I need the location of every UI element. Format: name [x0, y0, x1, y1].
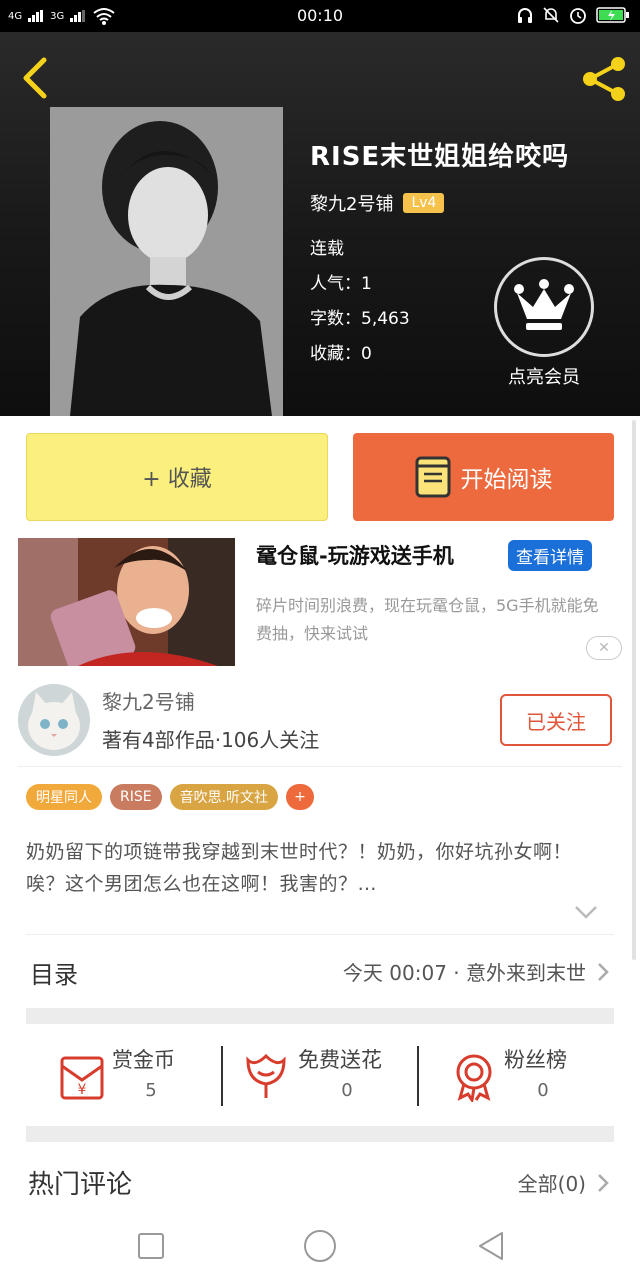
reward-label: 赏金币 — [112, 1048, 175, 1072]
popularity: 人气：1 — [310, 274, 372, 294]
medal-icon — [456, 1054, 492, 1102]
mute-bell-icon — [543, 7, 559, 23]
free-flower-button[interactable]: 免费送花 0 — [222, 1040, 418, 1116]
start-reading-label: 开始阅读 — [460, 467, 553, 493]
synopsis: 奶奶留下的项链带我穿越到末世时代？！奶奶，你好坑孙女啊！唉？这个男团怎么也在这啊… — [26, 841, 573, 895]
book-title: RISE末世姐姐给咬吗 — [310, 142, 570, 172]
reward-label: 粉丝榜 — [504, 1048, 567, 1072]
hot-comments-header: 热门评论 全部(0) — [26, 1160, 614, 1210]
ad-description: 碎片时间别浪费，现在玩鼋仓鼠，5G手机就能免费抽，快来试试 — [256, 596, 599, 643]
cover-portrait-image — [50, 107, 283, 416]
toc-label: 目录 — [30, 961, 78, 989]
chevron-right-icon — [598, 963, 609, 981]
reward-count: 0 — [537, 1080, 549, 1101]
follow-button[interactable]: 已关注 — [500, 694, 612, 746]
level-badge: Lv4 — [403, 193, 445, 213]
chevron-down-icon — [575, 906, 597, 919]
back-button[interactable] — [18, 56, 54, 100]
triangle-back-icon[interactable] — [474, 1228, 510, 1264]
circle-icon[interactable] — [302, 1228, 338, 1264]
avatar[interactable] — [18, 684, 90, 756]
book-header: RISE末世姐姐给咬吗 黎九2号铺 Lv4 连载 人气：1 字数：5,463 收… — [0, 32, 640, 416]
tag-item[interactable]: 明星同人 — [26, 784, 102, 810]
crown-icon — [514, 279, 574, 330]
latest-chapter: 今天 00:07 · 意外来到末世 — [342, 961, 586, 985]
svg-text:¥: ¥ — [78, 1082, 87, 1098]
status-bar: 4G 3G 00:10 — [0, 0, 640, 32]
vip-button[interactable]: 点亮会员 — [490, 257, 598, 397]
divider — [18, 766, 622, 767]
all-comments-link[interactable]: 全部(0) — [518, 1168, 586, 1197]
author-card-name: 黎九2号铺 — [102, 690, 195, 714]
rewards-row: ¥ 赏金币 5 免费送花 0 粉丝榜 0 — [26, 1040, 614, 1116]
favorites-count: 收藏：0 — [310, 344, 372, 364]
start-reading-button[interactable]: 开始阅读 — [353, 433, 614, 521]
tag-item[interactable]: RISE — [110, 784, 162, 810]
cat-avatar-image — [18, 684, 90, 756]
scrollbar[interactable] — [632, 420, 636, 960]
author-name[interactable]: 黎九2号铺 — [310, 190, 393, 216]
share-button[interactable] — [580, 54, 630, 104]
word-count: 字数：5,463 — [310, 309, 410, 329]
author-card-stats: 著有4部作品·106人关注 — [102, 728, 320, 752]
section-band — [26, 1008, 614, 1024]
reward-coins-button[interactable]: ¥ 赏金币 5 — [26, 1040, 222, 1116]
headphones-icon — [518, 8, 532, 23]
tag-list: 明星同人 RISE 音吹思.听文社 + — [26, 784, 315, 810]
reward-label: 免费送花 — [298, 1048, 382, 1072]
reward-count: 0 — [341, 1080, 353, 1101]
reward-count: 5 — [145, 1080, 157, 1101]
ad-banner[interactable]: 鼋仓鼠-玩游戏送手机 查看详情 碎片时间别浪费，现在玩鼋仓鼠，5G手机就能免费抽… — [18, 538, 622, 668]
author-card[interactable]: 黎九2号铺 著有4部作品·106人关注 已关注 — [18, 682, 622, 764]
vip-circle — [494, 257, 594, 357]
collect-label: + 收藏 — [142, 467, 212, 492]
collect-button[interactable]: + 收藏 — [26, 433, 328, 521]
hot-comments-title: 热门评论 — [28, 1170, 133, 1200]
battery-icon — [596, 7, 629, 23]
author-row: 黎九2号铺 Lv4 — [310, 190, 445, 216]
chevron-left-icon — [23, 57, 47, 99]
book-cover[interactable] — [50, 107, 283, 416]
alarm-icon — [570, 8, 586, 24]
system-nav-bar — [0, 1210, 640, 1280]
flower-icon — [246, 1053, 286, 1098]
fan-ranking-button[interactable]: 粉丝榜 0 — [418, 1040, 614, 1116]
tag-item[interactable]: 音吹思.听文社 — [169, 784, 279, 810]
status-icons — [516, 5, 630, 25]
share-icon — [583, 57, 625, 101]
section-band — [26, 1126, 614, 1142]
ad-image[interactable] — [18, 538, 235, 666]
add-tag-button[interactable]: + — [286, 784, 315, 810]
expand-synopsis-button[interactable] — [574, 904, 598, 920]
ad-details-button[interactable]: 查看详情 — [508, 540, 592, 571]
serial-status: 连载 — [310, 239, 344, 259]
vip-label: 点亮会员 — [508, 367, 580, 388]
book-icon — [415, 456, 450, 498]
ad-close-button[interactable]: ✕ — [586, 636, 622, 660]
red-envelope-icon: ¥ — [60, 1056, 104, 1100]
ad-photo — [18, 538, 235, 666]
square-icon[interactable] — [133, 1228, 169, 1264]
table-of-contents-row[interactable]: 目录 今天 00:07 · 意外来到末世 — [26, 934, 614, 1006]
chevron-right-icon[interactable] — [596, 1172, 610, 1194]
ad-title: 鼋仓鼠-玩游戏送手机 — [256, 544, 454, 568]
